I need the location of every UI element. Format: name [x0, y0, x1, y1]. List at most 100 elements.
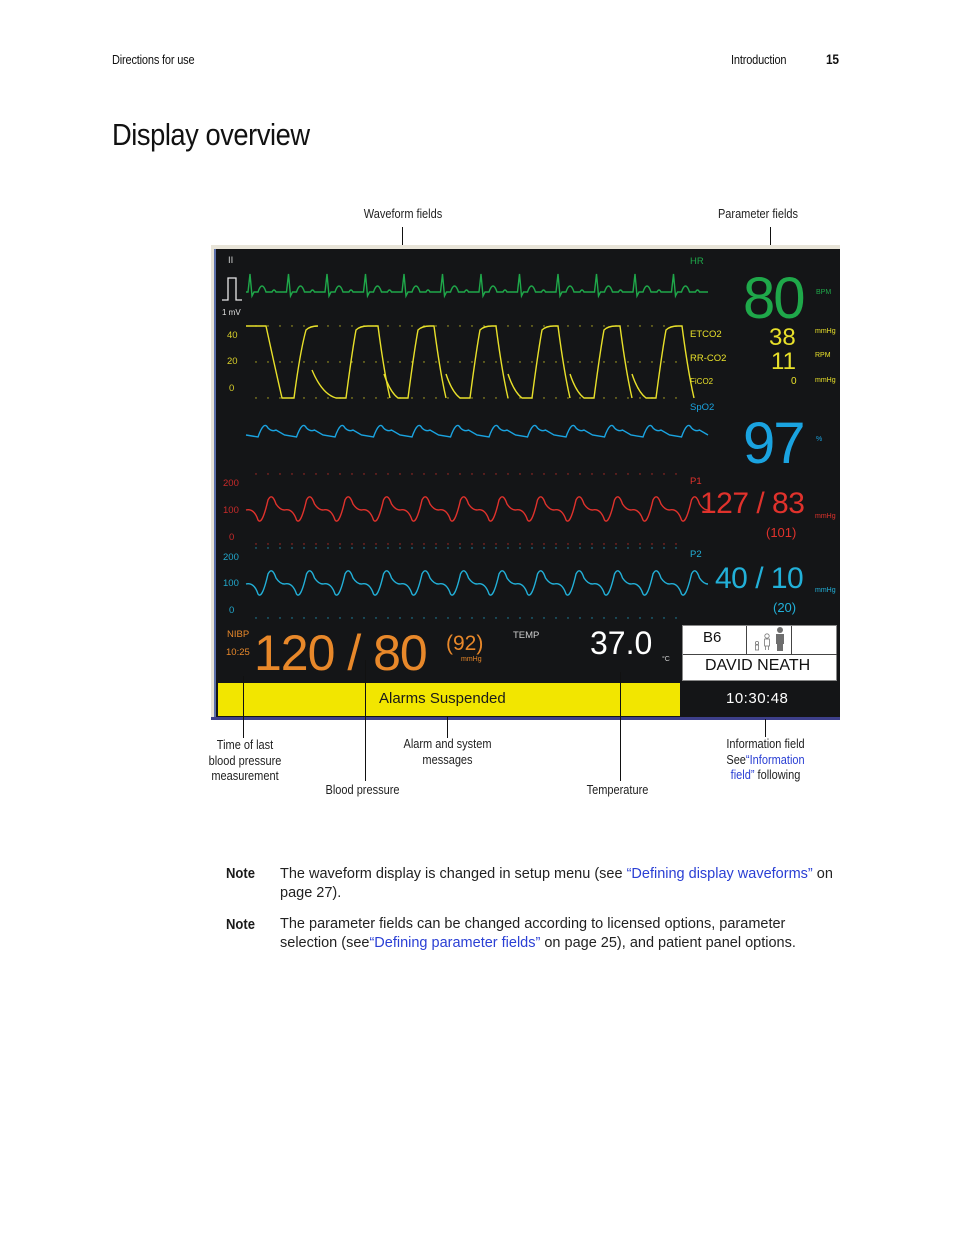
p2-trace — [245, 570, 709, 596]
co2-grid-dot — [291, 361, 293, 363]
co2-grid-dot — [651, 361, 653, 363]
callout-temperature: Temperature — [586, 783, 649, 797]
p2-grid-dot — [267, 547, 269, 549]
p2-grid-dot — [471, 617, 473, 619]
page-number: 15 — [826, 52, 839, 67]
p2-grid-dot — [423, 617, 425, 619]
co2-grid-dot — [627, 325, 629, 327]
p2-grid-dot — [519, 617, 521, 619]
p2-grid-dot — [351, 617, 353, 619]
callout-line-temperature — [620, 672, 621, 781]
hr-value: 80 — [743, 266, 805, 331]
p2-grid-dot — [339, 547, 341, 549]
co2-grid-dot — [447, 361, 449, 363]
co2-grid-dot — [363, 397, 365, 399]
p2-scale-200: 200 — [223, 552, 239, 563]
clock: 10:30:48 — [726, 690, 789, 707]
callout-line-time-last-bp — [243, 676, 244, 738]
p2-grid-dot — [255, 547, 257, 549]
p1-grid-dot — [639, 473, 641, 475]
p2-grid-dot — [363, 617, 365, 619]
callout-time-last-bp: Time of last blood pressure measurement — [197, 738, 294, 785]
ecg-scale-label: 1 mV — [222, 308, 241, 317]
callout-info-line2: See“Information — [715, 753, 816, 769]
co2-grid-dot — [543, 397, 545, 399]
p2-grid-dot — [675, 617, 677, 619]
p1-grid-dot — [339, 473, 341, 475]
p2-grid-dot — [615, 547, 617, 549]
co2-grid-dot — [327, 397, 329, 399]
co2-grid-dot — [663, 361, 665, 363]
note-2-text-after: on page 25), and patient panel options. — [540, 935, 796, 951]
spo2-trace — [245, 424, 709, 438]
co2-grid-dot — [591, 325, 593, 327]
p2-grid-dot — [483, 547, 485, 549]
p1-grid-dot — [579, 473, 581, 475]
fico2-unit: mmHg — [815, 377, 836, 384]
p2-grid-dot — [555, 547, 557, 549]
rrco2-value: 11 — [771, 348, 796, 375]
co2-grid-dot — [531, 361, 533, 363]
p2-grid-dot — [615, 617, 617, 619]
p2-grid-dot — [663, 617, 665, 619]
co2-grid-dot — [591, 361, 593, 363]
fico2-value: 0 — [791, 376, 797, 387]
p1-grid-dot — [447, 473, 449, 475]
p1-grid-dot — [519, 473, 521, 475]
note-2-link[interactable]: “Defining parameter fields” — [369, 935, 540, 951]
p2-grid-dot — [471, 547, 473, 549]
co2-trace — [383, 325, 447, 399]
p2-grid-dot — [339, 617, 341, 619]
information-field-link[interactable]: “Information — [746, 753, 805, 767]
p1-scale-200: 200 — [223, 478, 239, 489]
p2-grid-dot — [435, 617, 437, 619]
callout-parameter-fields: Parameter fields — [717, 207, 799, 221]
child-icon — [764, 633, 770, 650]
page-title: Display overview — [112, 117, 310, 152]
callout-line-information — [765, 719, 766, 737]
hr-label: HR — [690, 256, 704, 267]
co2-grid-dot — [519, 325, 521, 327]
nibp-time: 10:25 — [226, 647, 250, 658]
p2-grid-dot — [483, 617, 485, 619]
p2-grid-dot — [639, 617, 641, 619]
co2-grid-dot — [471, 361, 473, 363]
nibp-mean: (92) — [446, 632, 484, 655]
co2-grid-dot — [531, 325, 533, 327]
note-1-link[interactable]: “Defining display waveforms” — [627, 866, 813, 882]
co2-grid-dot — [279, 325, 281, 327]
p2-grid-dot — [543, 617, 545, 619]
p2-grid-dot — [495, 617, 497, 619]
co2-grid-dot — [627, 361, 629, 363]
p2-grid-dot — [447, 617, 449, 619]
co2-grid-dot — [567, 397, 569, 399]
co2-grid-dot — [471, 397, 473, 399]
p2-grid-dot — [519, 547, 521, 549]
rrco2-unit: RPM — [815, 352, 831, 359]
p1-grid-dot — [399, 473, 401, 475]
p1-grid-dot — [279, 473, 281, 475]
callout-alarm-line2: messages — [422, 752, 473, 767]
information-field-link-cont[interactable]: field” — [731, 768, 755, 782]
temp-value: 37.0 — [590, 625, 653, 661]
ecg-waveform — [246, 273, 708, 299]
p1-grid-dot — [255, 473, 257, 475]
co2-grid-dot — [603, 361, 605, 363]
co2-grid-dot — [339, 361, 341, 363]
co2-grid-dot — [279, 361, 281, 363]
co2-grid-dot — [639, 361, 641, 363]
etco2-label: ETCO2 — [690, 329, 722, 340]
spo2-label: SpO2 — [690, 402, 715, 413]
running-header-section: Introduction — [731, 53, 787, 67]
callout-blood-pressure: Blood pressure — [325, 783, 400, 797]
co2-grid-dot — [267, 361, 269, 363]
p2-grid-dot — [663, 547, 665, 549]
p1-grid-dot — [507, 473, 509, 475]
co2-grid-dot — [579, 397, 581, 399]
co2-grid-dot — [315, 397, 317, 399]
co2-waveform — [246, 325, 695, 399]
nibp-value: 120 / 80 — [254, 625, 428, 681]
p1-grid-dot — [555, 473, 557, 475]
co2-trace — [445, 325, 509, 399]
p2-scale-100: 100 — [223, 578, 239, 589]
